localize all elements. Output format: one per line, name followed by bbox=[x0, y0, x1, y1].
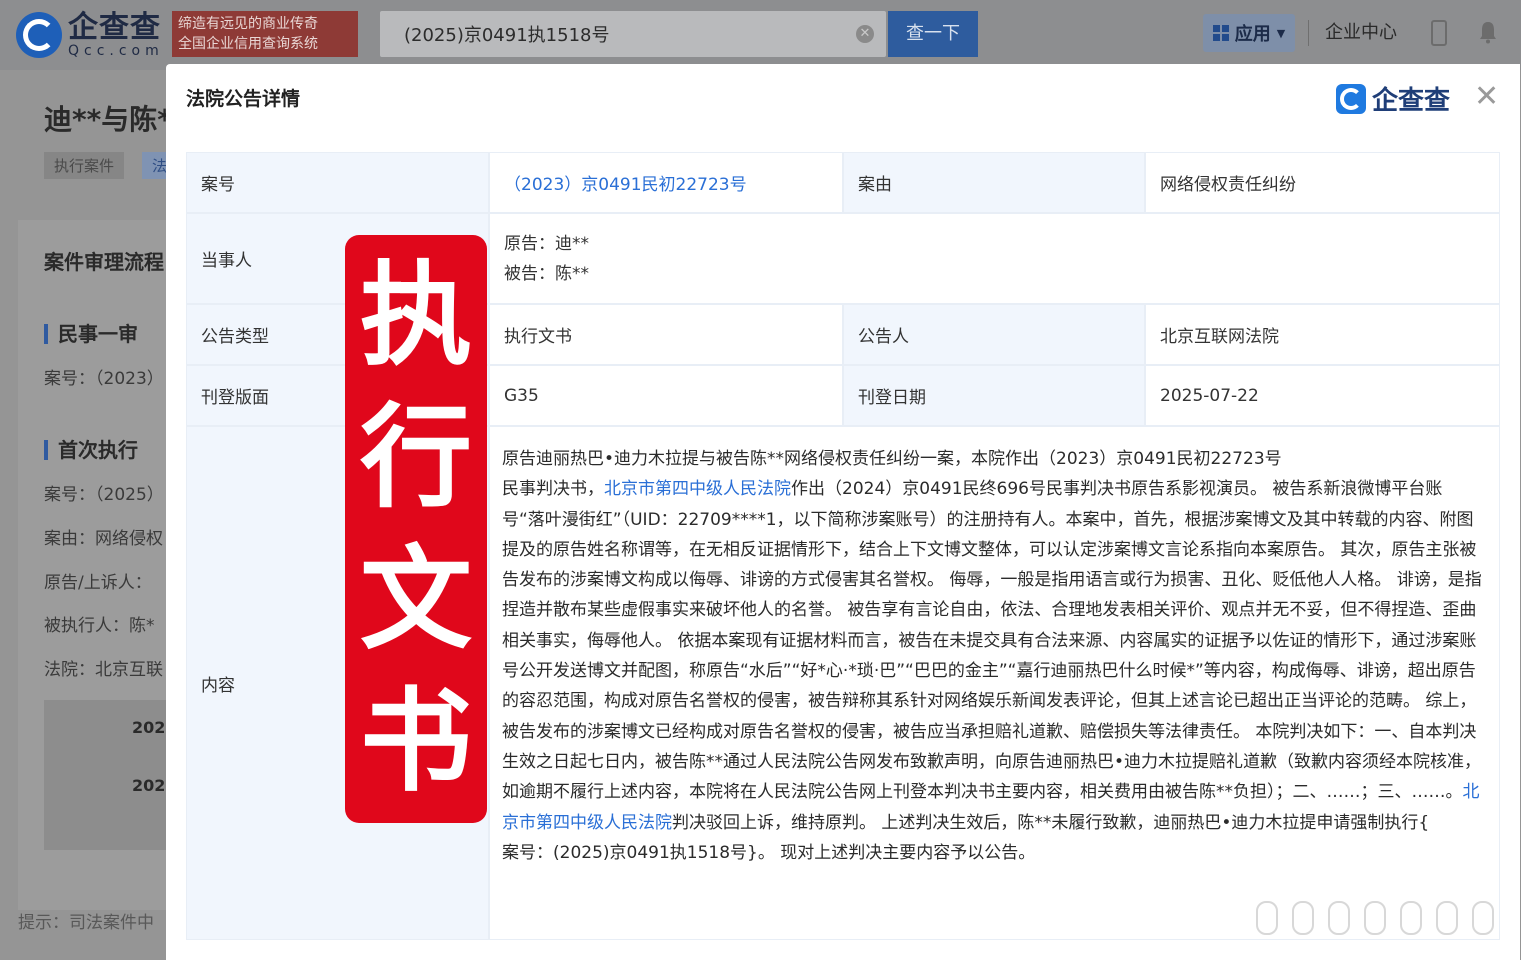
search-input[interactable] bbox=[380, 11, 850, 57]
content-text-a: 民事判决书， bbox=[502, 479, 604, 500]
announcer-label: 公告人 bbox=[843, 304, 1145, 365]
publish-date-label: 刊登日期 bbox=[843, 365, 1145, 426]
publish-date-value: 2025-07-22 bbox=[1145, 365, 1500, 426]
watermark-icon bbox=[1256, 898, 1506, 938]
stamp-char: 执 bbox=[360, 251, 472, 381]
execution-executed-party: 被执行人：陈* bbox=[44, 616, 155, 636]
case-no-label: 案号 bbox=[186, 152, 489, 213]
slogan-line-1: 缔造有远见的商业传奇 bbox=[178, 16, 318, 32]
tag-execution-case: 执行案件 bbox=[44, 152, 125, 179]
top-navigation-bar: 企查查 Qcc.com 缔造有远见的商业传奇 全国企业信用查询系统 ✕ 查一下 … bbox=[0, 0, 1521, 70]
court-link[interactable]: 北京市第四中级人民法院 bbox=[604, 479, 791, 499]
publish-page-value: G35 bbox=[489, 365, 843, 426]
site-logo[interactable]: 企查查 Qcc.com bbox=[16, 10, 164, 60]
notice-type-value: 执行文书 bbox=[489, 304, 843, 365]
logo-name: 企查查 bbox=[68, 10, 161, 45]
flow-title: 案件审理流程 bbox=[44, 250, 164, 274]
content-text-b: 作出（2024）京0491民终696号民事判决书原告系影视演员。 被告系新浪微博… bbox=[502, 479, 1482, 803]
bell-icon[interactable] bbox=[1478, 20, 1498, 44]
tip-text: 提示：司法案件中 bbox=[18, 913, 154, 933]
slogan-line-2: 全国企业信用查询系统 bbox=[178, 36, 318, 52]
modal-logo: 企查查 bbox=[1336, 80, 1450, 117]
case-no-link[interactable]: （2023）京0491民初22723号 bbox=[489, 152, 843, 213]
execution-document-stamp: 执 行 文 书 bbox=[345, 235, 487, 823]
execution-court: 法院：北京互联 bbox=[44, 660, 163, 680]
first-instance-case-no: 案号：（2023） bbox=[44, 369, 164, 389]
logo-domain: Qcc.com bbox=[68, 43, 164, 59]
enterprise-center-link[interactable]: 企业中心 bbox=[1308, 20, 1397, 46]
stamp-char: 行 bbox=[360, 393, 472, 523]
execution-plaintiff: 原告/上诉人： bbox=[44, 573, 152, 593]
section-first-instance: 民事一审 bbox=[44, 318, 138, 347]
qcc-logo-icon bbox=[1336, 83, 1366, 114]
case-title: 迪**与陈* bbox=[44, 103, 172, 136]
cause-label: 案由 bbox=[843, 152, 1145, 213]
search-button[interactable]: 查一下 bbox=[888, 11, 978, 57]
defendant-name: 被告：陈** bbox=[504, 263, 589, 284]
apps-grid-icon bbox=[1212, 25, 1229, 41]
apps-dropdown-button[interactable]: 应用 ▼ bbox=[1203, 14, 1295, 52]
apps-label: 应用 bbox=[1234, 24, 1271, 45]
content-text-c: 判决驳回上诉，维持原判。 上述判决生效后，陈**未履行致歉，迪丽热巴•迪力木拉提… bbox=[672, 812, 1430, 833]
close-icon[interactable]: ✕ bbox=[1474, 82, 1499, 112]
execution-cause: 案由：网络侵权 bbox=[44, 529, 163, 549]
notice-content: 原告迪丽热巴•迪力木拉提与被告陈**网络侵权责任纠纷一案，本院作出（2023）京… bbox=[502, 444, 1482, 868]
stamp-char: 书 bbox=[360, 677, 472, 807]
parties-value: 原告：迪** 被告：陈** bbox=[489, 213, 1500, 304]
search-box: ✕ bbox=[380, 11, 886, 57]
content-para-3: 案号：(2025)京0491执1518号}。 现对上述判决主要内容予以公告。 bbox=[502, 842, 1036, 863]
logo-icon bbox=[16, 12, 62, 58]
announcer-value: 北京互联网法院 bbox=[1145, 304, 1500, 365]
section-first-instance-label: 民事一审 bbox=[58, 322, 138, 346]
content-para-1: 原告迪丽热巴•迪力木拉提与被告陈**网络侵权责任纠纷一案，本院作出（2023）京… bbox=[502, 449, 1282, 469]
plaintiff-name: 原告：迪** bbox=[504, 233, 589, 254]
section-first-execution-label: 首次执行 bbox=[58, 438, 138, 462]
cause-value: 网络侵权责任纠纷 bbox=[1145, 152, 1500, 213]
content-para-2: 民事判决书，北京市第四中级人民法院作出（2024）京0491民终696号民事判决… bbox=[502, 474, 1482, 838]
stamp-char: 文 bbox=[360, 535, 472, 665]
modal-logo-text: 企查查 bbox=[1372, 86, 1451, 116]
section-first-execution: 首次执行 bbox=[44, 434, 138, 463]
mobile-phone-icon[interactable] bbox=[1431, 20, 1447, 46]
modal-title: 法院公告详情 bbox=[186, 88, 301, 110]
case-no-value[interactable]: （2023）京0491民初22723号 bbox=[504, 170, 747, 195]
execution-case-no: 案号：（2025） bbox=[44, 485, 164, 505]
clear-search-icon[interactable]: ✕ bbox=[856, 25, 874, 43]
chevron-down-icon: ▼ bbox=[1276, 26, 1286, 40]
slogan-banner: 缔造有远见的商业传奇 全国企业信用查询系统 bbox=[172, 11, 358, 57]
